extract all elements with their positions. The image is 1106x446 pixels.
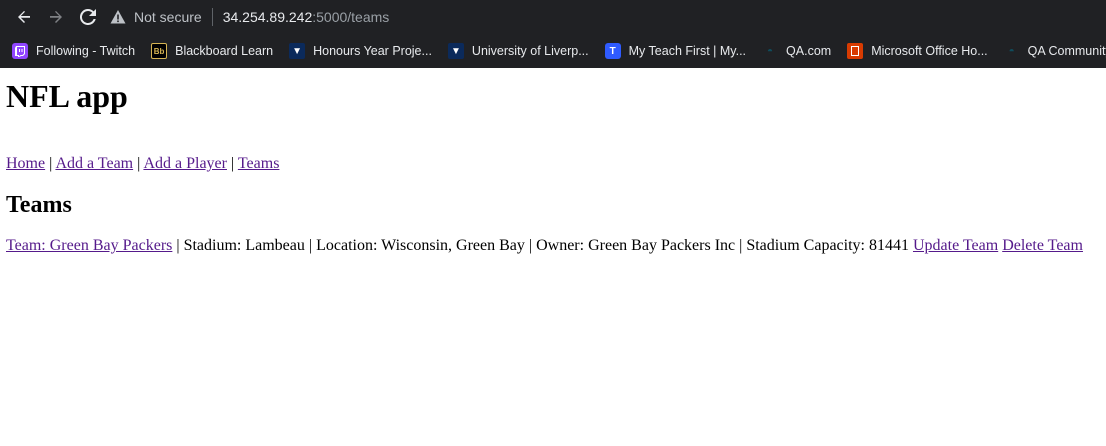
team-row: Team: Green Bay Packers | Stadium: Lambe… <box>6 237 1100 255</box>
team-stadium: Stadium: Lambeau <box>183 237 305 254</box>
warning-icon <box>110 10 126 24</box>
forward-button[interactable] <box>40 3 72 31</box>
bookmark-label: Following - Twitch <box>36 44 136 58</box>
section-heading: Teams <box>6 192 72 218</box>
bookmark-university-liverpool[interactable]: ▼ University of Liverp... <box>440 37 597 65</box>
site-nav: Home | Add a Team | Add a Player | Teams <box>6 155 1100 173</box>
bookmark-label: Blackboard Learn <box>175 44 274 58</box>
bookmark-twitch[interactable]: Following - Twitch <box>4 37 143 65</box>
teachfirst-icon: T <box>604 43 621 59</box>
nav-link-home[interactable]: Home <box>6 155 45 172</box>
nav-link-add-team[interactable]: Add a Team <box>55 155 133 172</box>
url-path: :5000/teams <box>312 9 390 25</box>
delete-team-link[interactable]: Delete Team <box>1002 237 1083 254</box>
bookmark-label: University of Liverp... <box>471 44 589 58</box>
office-icon <box>847 43 864 59</box>
address-bar[interactable]: Not secure 34.254.89.242:5000/teams <box>110 3 1098 31</box>
update-team-link[interactable]: Update Team <box>913 237 998 254</box>
bookmark-label: Microsoft Office Ho... <box>871 44 988 58</box>
nav-separator: | <box>133 155 144 172</box>
bookmarks-bar: Following - Twitch Bb Blackboard Learn ▼… <box>0 34 1106 68</box>
qa-icon: ◓ <box>1008 45 1015 57</box>
bookmark-microsoft-office[interactable]: Microsoft Office Ho... <box>839 37 995 65</box>
bookmark-honours-year[interactable]: ▼ Honours Year Proje... <box>281 37 440 65</box>
reload-icon <box>80 9 96 25</box>
nav-link-teams[interactable]: Teams <box>238 155 280 172</box>
arrow-right-icon <box>50 11 62 23</box>
bookmark-qa-community[interactable]: ◓ QA Community <box>996 37 1106 65</box>
url-host: 34.254.89.242 <box>222 9 313 25</box>
liverpool-crest-icon: ▼ <box>289 43 306 59</box>
page-content: NFL app Home | Add a Team | Add a Player… <box>0 78 1106 255</box>
field-separator: | <box>524 237 537 254</box>
blackboard-icon: Bb <box>151 43 168 59</box>
omnibox-divider <box>211 8 213 26</box>
nav-separator: | <box>226 155 238 172</box>
twitch-icon <box>12 43 28 59</box>
field-separator: | <box>172 237 184 254</box>
bookmark-label: QA Community <box>1027 44 1106 58</box>
field-separator: | <box>304 237 317 254</box>
qa-icon: ◓ <box>767 45 774 57</box>
bookmark-teach-first[interactable]: T My Teach First | My... <box>597 37 754 65</box>
page-title: NFL app <box>6 78 128 114</box>
team-name-link[interactable]: Team: Green Bay Packers <box>6 237 172 254</box>
bookmark-blackboard[interactable]: Bb Blackboard Learn <box>143 37 281 65</box>
nav-separator: | <box>45 155 56 172</box>
bookmark-label: Honours Year Proje... <box>313 44 432 58</box>
liverpool-crest-icon: ▼ <box>447 43 464 59</box>
team-owner: Owner: Green Bay Packers Inc <box>536 237 736 254</box>
browser-toolbar: Not secure 34.254.89.242:5000/teams <box>0 0 1106 34</box>
field-separator: | <box>735 237 747 254</box>
bookmark-label: QA.com <box>786 44 832 58</box>
bookmark-qa-com[interactable]: ◓ QA.com <box>754 37 839 65</box>
bookmark-label: My Teach First | My... <box>628 44 747 58</box>
team-location: Location: Wisconsin, Green Bay <box>316 237 525 254</box>
arrow-left-icon <box>18 11 30 23</box>
browser-chrome: Not secure 34.254.89.242:5000/teams Foll… <box>0 0 1106 68</box>
not-secure-label[interactable]: Not secure <box>134 9 202 25</box>
team-capacity: Stadium Capacity: 81441 <box>746 237 909 254</box>
back-button[interactable] <box>8 3 40 31</box>
reload-button[interactable] <box>72 3 104 31</box>
nav-link-add-player[interactable]: Add a Player <box>143 155 227 172</box>
